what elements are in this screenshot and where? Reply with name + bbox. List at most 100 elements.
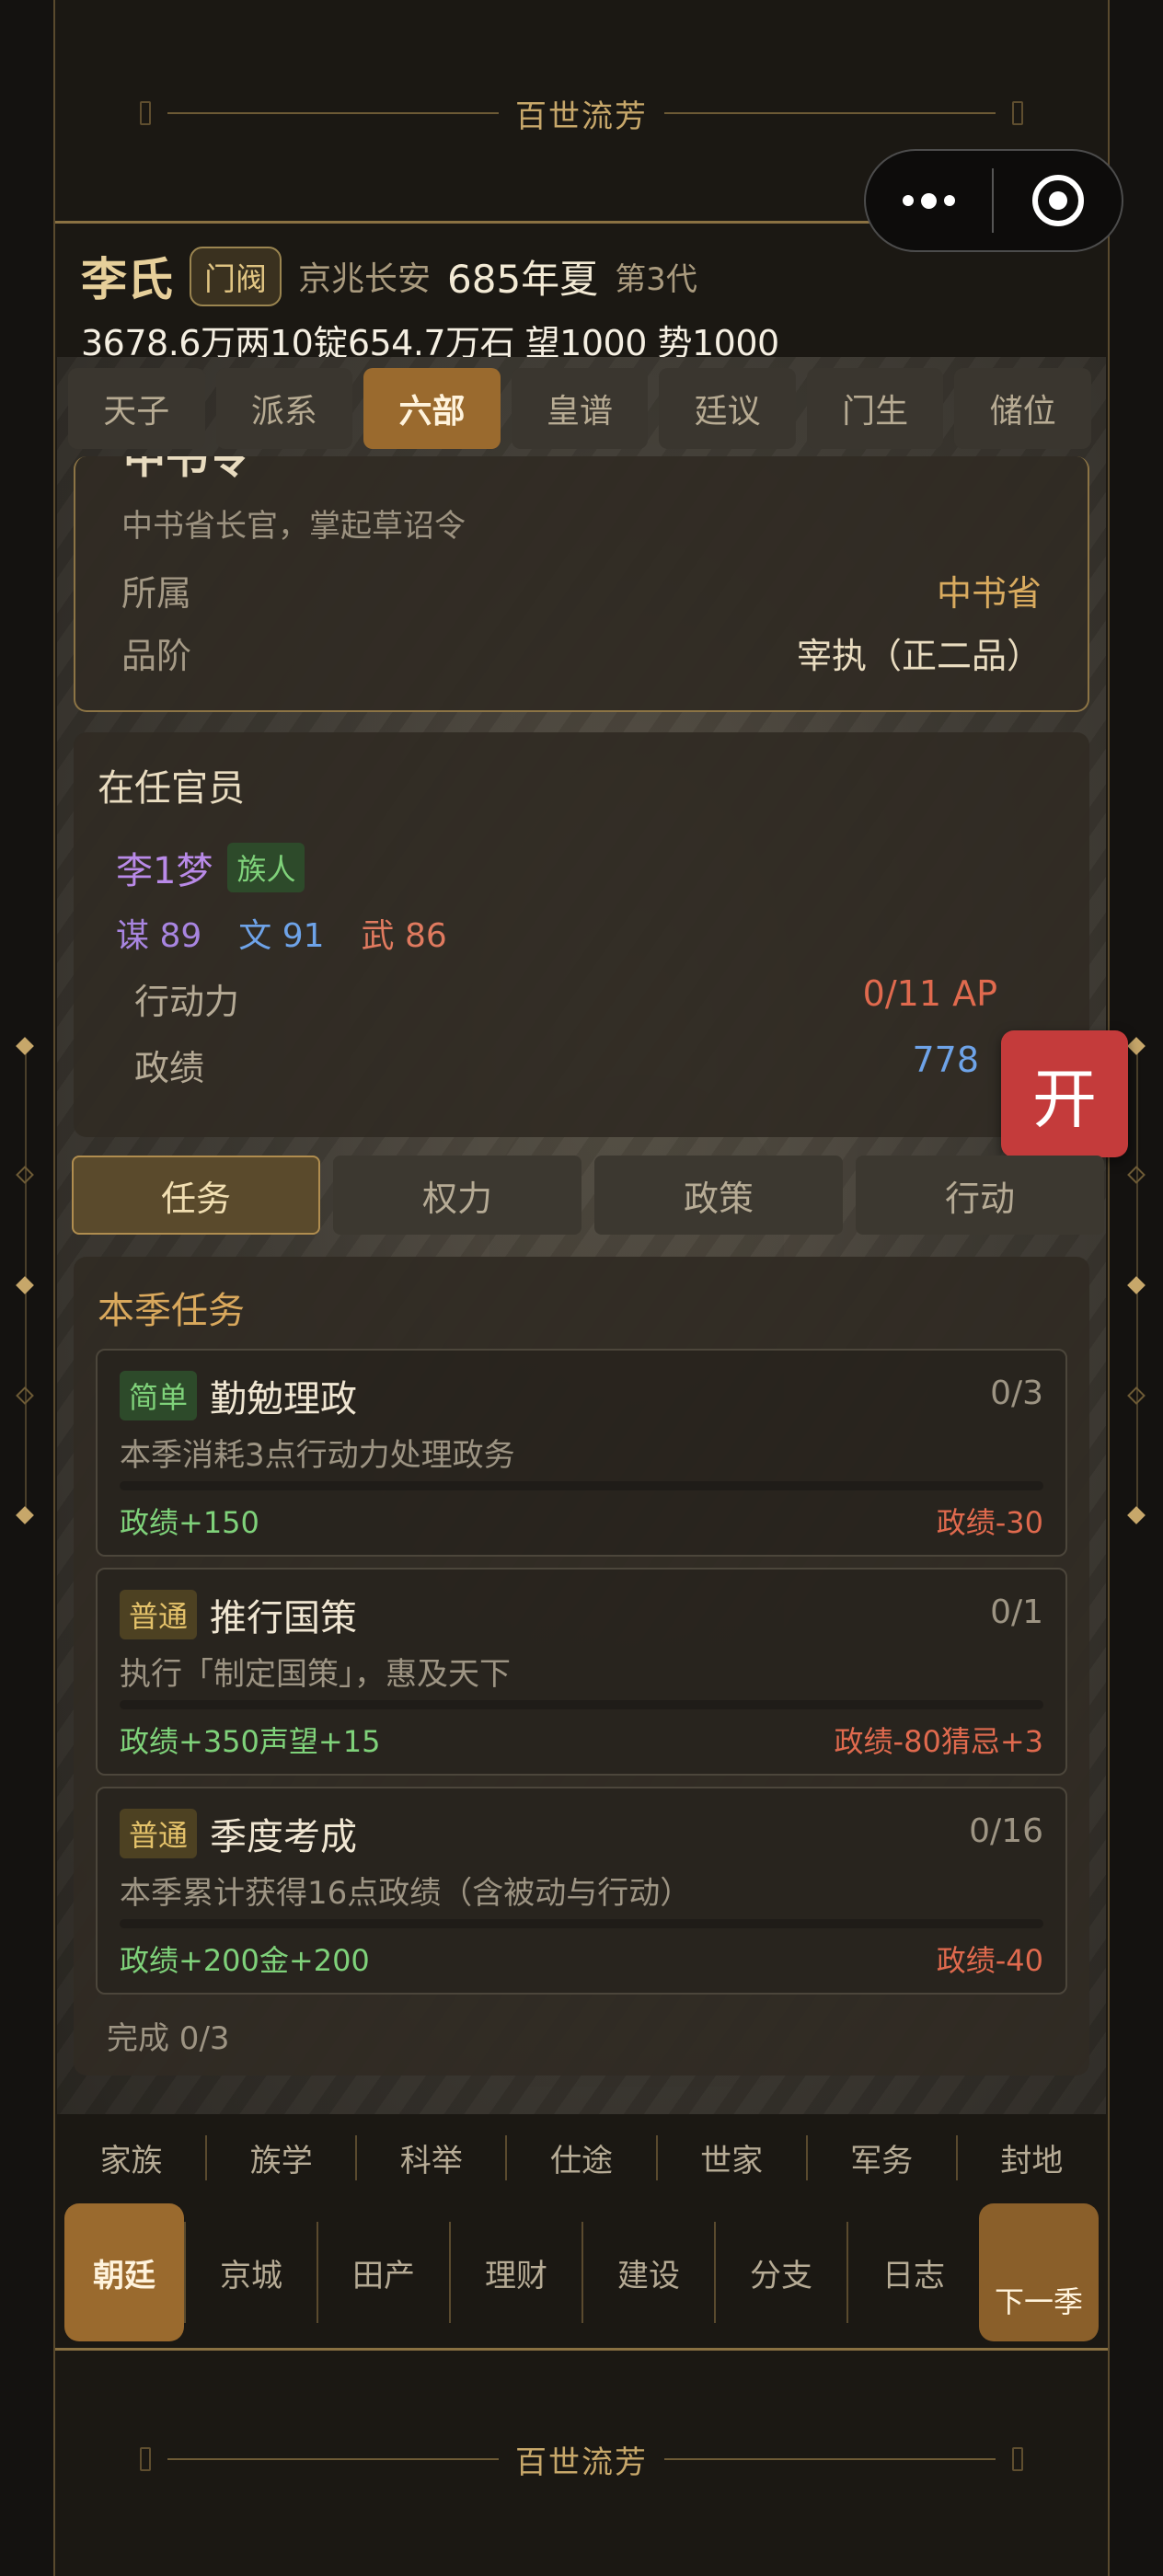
tab-tingyi[interactable]: 廷议 [659, 368, 796, 449]
affiliation-label: 所属 [121, 573, 192, 614]
diamond-icon [1127, 1506, 1146, 1524]
difficulty-badge: 简单 [120, 1371, 198, 1420]
kinsman-badge: 族人 [227, 843, 305, 892]
task-name: 勤勉理政 [210, 1378, 358, 1420]
affiliation-value: 中书省 [936, 573, 1042, 614]
open-button[interactable]: 开 [1001, 1030, 1128, 1157]
next-season-button[interactable]: 下一季 [979, 2203, 1099, 2341]
merit-value: 778 [912, 1040, 979, 1080]
nav-finance[interactable]: 理财 [449, 2222, 582, 2323]
family-name: 李氏 [81, 253, 173, 306]
miniprogram-capsule [864, 149, 1123, 252]
task-name: 推行国策 [210, 1597, 358, 1639]
tab-huangpu[interactable]: 皇谱 [511, 368, 649, 449]
office-subtabs: 任务 权力 政策 行动 [72, 1156, 1111, 1235]
tab-policy[interactable]: 政策 [594, 1156, 843, 1235]
banner-title: 百世流芳 [515, 98, 648, 135]
official-person[interactable]: 李1梦 族人 [116, 841, 305, 894]
office-rank-row: 品阶 宰执（正二品） [121, 627, 1042, 678]
task-item[interactable]: 普通 推行国策 0/1 执行「制定国策」，惠及天下 政绩+350声望+15 政绩… [96, 1568, 1067, 1776]
task-item[interactable]: 普通 季度考成 0/16 本季累计获得16点政绩（含被动与行动） 政绩+200金… [96, 1787, 1067, 1995]
action-points-label: 行动力 [134, 982, 240, 1022]
court-tabs: 天子 派系 六部 皇谱 廷议 门生 储位 [68, 368, 1092, 449]
nav-clans[interactable]: 世家 [655, 2134, 806, 2180]
diamond-icon [16, 1037, 34, 1055]
task-penalty: 政绩-40 [936, 1943, 1043, 1978]
stat-literary: 文 91 [238, 917, 325, 955]
diamond-outline-icon [1127, 1386, 1146, 1405]
task-progress-bar [120, 1481, 1043, 1490]
family-header: 李氏 门阀 京兆长安 685年夏 第3代 3678.6万两10锭654.7万石 … [81, 241, 1093, 365]
diamond-icon [16, 1276, 34, 1294]
rank-label: 品阶 [121, 636, 192, 676]
merit-row: 政绩 778 [134, 1040, 979, 1090]
bottom-banner: 百世流芳 [55, 2418, 1108, 2501]
nav-career[interactable]: 仕途 [505, 2134, 655, 2180]
tab-power[interactable]: 权力 [333, 1156, 582, 1235]
diamond-icon [16, 1506, 34, 1524]
banner-title: 百世流芳 [515, 2444, 648, 2481]
diamond-icon [1127, 1276, 1146, 1294]
nav-family[interactable]: 家族 [57, 2135, 205, 2180]
nav-exam[interactable]: 科举 [355, 2134, 505, 2180]
task-reward: 政绩+350声望+15 [120, 1724, 381, 1759]
nav-clan-school[interactable]: 族学 [205, 2134, 355, 2180]
banner-end-right [1012, 2447, 1023, 2471]
family-location: 京兆长安 [298, 260, 432, 298]
nav-military[interactable]: 军务 [805, 2134, 956, 2180]
nav-capital[interactable]: 京城 [184, 2222, 317, 2323]
tab-chuwei[interactable]: 储位 [954, 368, 1092, 449]
banner-end-left [140, 2447, 151, 2471]
task-progress: 0/3 [990, 1374, 1043, 1412]
nav-fief[interactable]: 封地 [955, 2134, 1106, 2180]
nav-court[interactable]: 朝廷 [64, 2203, 184, 2341]
primary-nav: 家族 族学 科举 仕途 世家 军务 封地 [57, 2116, 1106, 2199]
office-card: 中书令 中书省长官，掌起草诏令 所属 中书省 品阶 宰执（正二品） [74, 456, 1089, 712]
banner-end-left [140, 101, 151, 125]
officials-heading: 在任官员 [98, 767, 245, 810]
tab-action[interactable]: 行动 [856, 1156, 1104, 1235]
banner-end-right [1012, 101, 1023, 125]
office-name: 中书令 [123, 456, 250, 483]
task-description: 本季累计获得16点政绩（含被动与行动） [120, 1875, 692, 1912]
banner-line [167, 2458, 499, 2460]
tab-mensheng[interactable]: 门生 [806, 368, 944, 449]
diamond-outline-icon [16, 1166, 34, 1184]
top-banner: 百世流芳 [55, 72, 1108, 155]
nav-estate[interactable]: 田产 [317, 2222, 449, 2323]
task-reward: 政绩+200金+200 [120, 1943, 370, 1978]
task-item[interactable]: 简单 勤勉理政 0/3 本季消耗3点行动力处理政务 政绩+150 政绩-30 [96, 1349, 1067, 1557]
official-name: 李1梦 [116, 850, 213, 892]
office-affiliation-row: 所属 中书省 [121, 565, 1042, 615]
tasks-heading: 本季任务 [98, 1290, 245, 1332]
more-menu-icon[interactable] [866, 192, 992, 209]
nav-branch[interactable]: 分支 [714, 2222, 846, 2323]
tab-tasks[interactable]: 任务 [72, 1156, 320, 1235]
task-progress-bar [120, 1919, 1043, 1928]
task-penalty: 政绩-80猜忌+3 [834, 1724, 1043, 1759]
incumbent-officials-card: 在任官员 李1梦 族人 谋 89 文 91 武 86 行动力 0/11 AP 政… [74, 732, 1089, 1137]
tab-tianzi[interactable]: 天子 [68, 368, 205, 449]
action-points-row: 行动力 0/11 AP [134, 973, 997, 1024]
action-points-value: 0/11 AP [862, 973, 997, 1014]
task-progress: 0/16 [969, 1812, 1043, 1850]
banner-line [664, 112, 996, 114]
generation: 第3代 [615, 260, 697, 298]
nav-log[interactable]: 日志 [846, 2222, 979, 2323]
tab-liubu[interactable]: 六部 [363, 368, 501, 449]
task-progress-bar [120, 1700, 1043, 1709]
task-penalty: 政绩-30 [936, 1505, 1043, 1540]
stat-strategy: 谋 89 [116, 917, 202, 955]
task-reward: 政绩+150 [120, 1505, 259, 1540]
season-tasks-card: 本季任务 简单 勤勉理政 0/3 本季消耗3点行动力处理政务 政绩+150 政绩… [74, 1257, 1089, 2076]
family-rank-badge: 门阀 [190, 246, 282, 306]
secondary-nav: 朝廷 京城 田产 理财 建设 分支 日志 下一季 [57, 2199, 1106, 2346]
tab-paixi[interactable]: 派系 [215, 368, 353, 449]
diamond-icon [1127, 1037, 1146, 1055]
close-miniprogram-icon[interactable] [994, 175, 1122, 226]
banner-line [664, 2458, 996, 2460]
stat-martial: 武 86 [361, 917, 447, 955]
difficulty-badge: 普通 [120, 1809, 198, 1858]
nav-build[interactable]: 建设 [582, 2222, 714, 2323]
merit-label: 政绩 [134, 1048, 205, 1088]
